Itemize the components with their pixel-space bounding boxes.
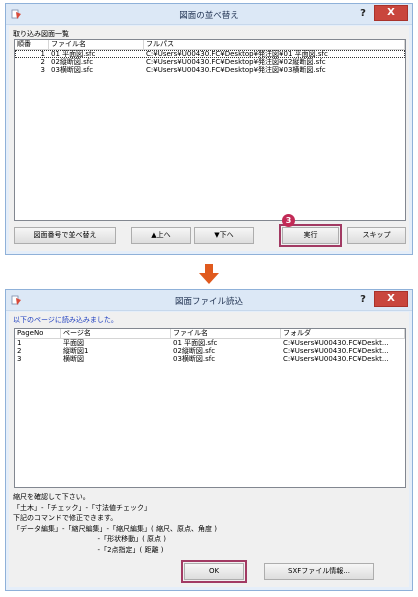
dialog-body: 以下のページに読み込みました。 PageNo ページ名 ファイル名 フォルダ 1…: [9, 312, 409, 587]
filename-cell: 01 平面図.sfc: [51, 50, 96, 58]
message-line: 「データ編集」-「縮尺編集」-「縮尺編集」( 縮尺、原点、角度 ): [13, 524, 217, 533]
sort-by-number-button[interactable]: 図面番号で並べ替え: [14, 227, 116, 244]
list-item[interactable]: 1 01 平面図.sfc C:¥Users¥U00430.FC¥Desktop¥…: [15, 50, 405, 58]
message-line: -「形状移動」( 原点 ): [13, 535, 166, 543]
filename-cell: 02縦断図.sfc: [173, 347, 216, 355]
filename-cell: 02縦断図.sfc: [51, 58, 94, 66]
load-drawing-file-dialog: 図面ファイル読込 ? X 以下のページに読み込みました。 PageNo ページ名…: [5, 289, 413, 591]
list-item[interactable]: 3 03横断図.sfc C:¥Users¥U00430.FC¥Desktop¥発…: [15, 66, 405, 74]
list-item[interactable]: 2 02縦断図.sfc C:¥Users¥U00430.FC¥Desktop¥発…: [15, 58, 405, 66]
column-header-filename[interactable]: ファイル名: [171, 329, 281, 338]
loaded-pages-list[interactable]: PageNo ページ名 ファイル名 フォルダ 1 平面図 01 平面図.sfc …: [14, 328, 406, 488]
filename-cell: 03横断図.sfc: [173, 355, 216, 363]
order-cell: 2: [40, 58, 45, 66]
move-up-button[interactable]: ▲上へ: [131, 227, 191, 244]
folder-cell: C:¥Users¥U00430.FC¥Deskt...: [283, 339, 389, 347]
scale-check-message: 縮尺を確認して下さい。「土木」-「チェック」-「寸法値チェック」 下記のコマンドで…: [13, 492, 217, 555]
help-button[interactable]: ?: [355, 6, 371, 21]
folder-cell: C:¥Users¥U00430.FC¥Deskt...: [283, 347, 389, 355]
sxf-file-info-button[interactable]: SXFファイル情報...: [264, 563, 374, 580]
column-header-fullpath[interactable]: フルパス: [144, 40, 405, 49]
message-line: 縮尺を確認して下さい。: [13, 493, 90, 501]
page-cell: 3: [17, 355, 22, 363]
list-header: PageNo ページ名 ファイル名 フォルダ: [15, 329, 405, 339]
dialog-body: 取り込み図面一覧 順番 ファイル名 フルパス 1 01 平面図.sfc C:¥U…: [9, 26, 409, 251]
column-header-pagename[interactable]: ページ名: [61, 329, 171, 338]
path-cell: C:¥Users¥U00430.FC¥Desktop¥発注図¥01 平面図.sf…: [146, 50, 328, 58]
pagename-cell: 横断図: [63, 355, 84, 363]
drawing-list[interactable]: 順番 ファイル名 フルパス 1 01 平面図.sfc C:¥Users¥U004…: [14, 39, 406, 221]
column-header-pageno[interactable]: PageNo: [15, 329, 61, 338]
order-cell: 3: [40, 66, 45, 74]
folder-cell: C:¥Users¥U00430.FC¥Deskt...: [283, 355, 389, 363]
message-line: 下記のコマンドで修正できます。: [13, 514, 118, 522]
button-bar: 図面番号で並べ替え ▲上へ ▼下へ 実行 スキップ 3: [14, 214, 406, 247]
column-header-folder[interactable]: フォルダ: [281, 329, 405, 338]
filename-cell: 03横断図.sfc: [51, 66, 94, 74]
info-message: 以下のページに読み込みました。: [13, 316, 118, 324]
dialog-title: 図面ファイル読込: [174, 297, 243, 307]
path-cell: C:¥Users¥U00430.FC¥Desktop¥発注図¥02縦断図.sfc: [146, 58, 326, 66]
pagename-cell: 縦断図1: [63, 347, 89, 355]
title-bar: 図面の並べ替え ? X: [6, 4, 412, 25]
filename-cell: 01 平面図.sfc: [173, 339, 218, 347]
close-button[interactable]: X: [374, 291, 408, 307]
list-item[interactable]: 1 平面図 01 平面図.sfc C:¥Users¥U00430.FC¥Desk…: [15, 339, 405, 347]
list-header: 順番 ファイル名 フルパス: [15, 40, 405, 50]
move-down-button[interactable]: ▼下へ: [194, 227, 254, 244]
column-header-order[interactable]: 順番: [15, 40, 49, 49]
message-line: 「土木」-「チェック」-「寸法値チェック」: [13, 503, 152, 512]
order-cell: 1: [40, 50, 45, 58]
pagename-cell: 平面図: [63, 339, 84, 347]
skip-button[interactable]: スキップ: [347, 227, 406, 244]
column-header-filename[interactable]: ファイル名: [49, 40, 144, 49]
step-badge: 3: [282, 214, 295, 227]
list-item[interactable]: 2 縦断図1 02縦断図.sfc C:¥Users¥U00430.FC¥Desk…: [15, 347, 405, 355]
execute-highlight: [279, 224, 342, 247]
page-cell: 1: [17, 339, 22, 347]
close-button[interactable]: X: [374, 5, 408, 21]
page-cell: 2: [17, 347, 22, 355]
sort-drawings-dialog: 図面の並べ替え ? X 取り込み図面一覧 順番 ファイル名 フルパス 1 01 …: [5, 3, 413, 255]
down-arrow-icon: [199, 264, 219, 284]
ok-highlight: [181, 560, 247, 583]
path-cell: C:¥Users¥U00430.FC¥Desktop¥発注図¥03横断図.sfc: [146, 66, 326, 74]
title-bar: 図面ファイル読込 ? X: [6, 290, 412, 311]
group-label: 取り込み図面一覧: [13, 30, 69, 38]
message-line: -「2点指定」( 距離 ): [13, 545, 164, 554]
help-button[interactable]: ?: [355, 292, 371, 307]
dialog-title: 図面の並べ替え: [179, 11, 239, 21]
list-item[interactable]: 3 横断図 03横断図.sfc C:¥Users¥U00430.FC¥Deskt…: [15, 355, 405, 363]
